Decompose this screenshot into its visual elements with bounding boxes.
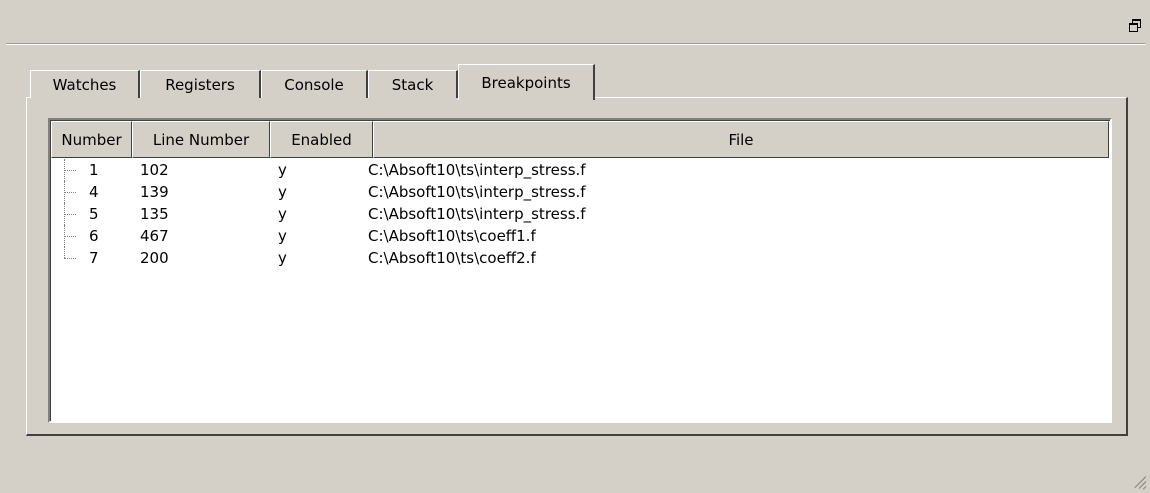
tab-breakpoints[interactable]: Breakpoints xyxy=(458,64,595,100)
tree-connector xyxy=(64,247,77,269)
tab-console-label: Console xyxy=(284,76,344,94)
column-header-enabled[interactable]: Enabled xyxy=(270,121,373,158)
cell-number: 6 xyxy=(89,227,99,245)
cell-enabled: y xyxy=(278,161,287,179)
cell-enabled: y xyxy=(278,249,287,267)
cell-number: 4 xyxy=(89,183,99,201)
restore-window-icon[interactable] xyxy=(1128,18,1142,32)
tab-watches-label: Watches xyxy=(52,76,117,94)
cell-number: 7 xyxy=(89,249,99,267)
tree-connector xyxy=(64,181,77,203)
cell-line-number: 200 xyxy=(140,249,169,267)
cell-line-number: 135 xyxy=(140,205,169,223)
tab-stack[interactable]: Stack xyxy=(368,70,458,98)
cell-enabled: y xyxy=(278,227,287,245)
cell-enabled: y xyxy=(278,205,287,223)
table-row[interactable]: 4 139 y C:\Absoft10\ts\interp_stress.f xyxy=(51,181,1110,203)
cell-file: C:\Absoft10\ts\coeff1.f xyxy=(368,227,536,245)
cell-number: 1 xyxy=(89,161,99,179)
column-header-number[interactable]: Number xyxy=(51,121,132,158)
tree-connector xyxy=(64,225,77,247)
cell-line-number: 139 xyxy=(140,183,169,201)
cell-enabled: y xyxy=(278,183,287,201)
table-row[interactable]: 5 135 y C:\Absoft10\ts\interp_stress.f xyxy=(51,203,1110,225)
tab-registers[interactable]: Registers xyxy=(140,70,261,98)
table-row[interactable]: 6 467 y C:\Absoft10\ts\coeff1.f xyxy=(51,225,1110,247)
cell-number: 5 xyxy=(89,205,99,223)
tab-watches[interactable]: Watches xyxy=(30,70,140,98)
tab-breakpoints-label: Breakpoints xyxy=(481,74,571,92)
column-header-line-number[interactable]: Line Number xyxy=(132,121,270,158)
table-row[interactable]: 7 200 y C:\Absoft10\ts\coeff2.f xyxy=(51,247,1110,269)
cell-line-number: 467 xyxy=(140,227,169,245)
tree-connector xyxy=(64,159,77,181)
cell-file: C:\Absoft10\ts\interp_stress.f xyxy=(368,183,586,201)
cell-file: C:\Absoft10\ts\coeff2.f xyxy=(368,249,536,267)
breakpoint-rows: 1 102 y C:\Absoft10\ts\interp_stress.f 4… xyxy=(51,159,1110,269)
cell-line-number: 102 xyxy=(140,161,169,179)
resize-grip-icon[interactable] xyxy=(1130,473,1147,490)
column-header-file[interactable]: File xyxy=(373,121,1109,158)
cell-file: C:\Absoft10\ts\interp_stress.f xyxy=(368,161,586,179)
cell-file: C:\Absoft10\ts\interp_stress.f xyxy=(368,205,586,223)
tab-registers-label: Registers xyxy=(165,76,235,94)
table-row[interactable]: 1 102 y C:\Absoft10\ts\interp_stress.f xyxy=(51,159,1110,181)
breakpoints-list[interactable]: Number Line Number Enabled File 1 102 y … xyxy=(48,118,1112,423)
title-separator xyxy=(6,43,1146,45)
tab-stack-label: Stack xyxy=(391,76,434,94)
tab-console[interactable]: Console xyxy=(261,70,368,98)
tree-connector xyxy=(64,203,77,225)
